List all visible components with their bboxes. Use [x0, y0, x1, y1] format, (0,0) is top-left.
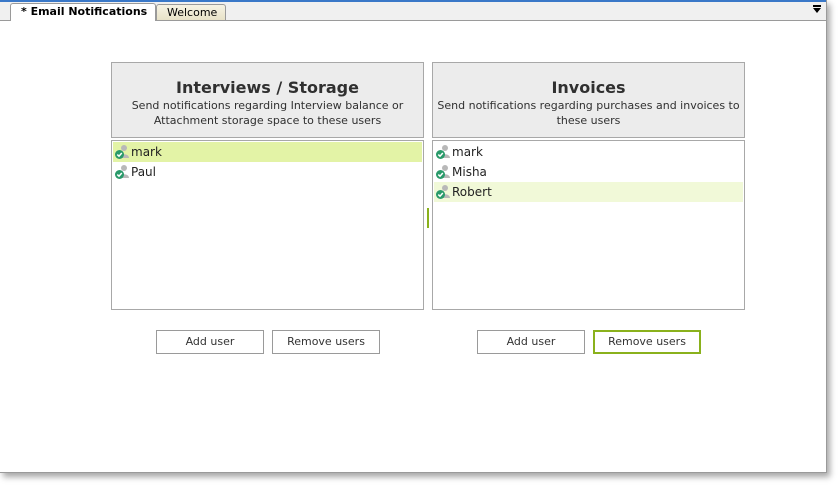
tab-bar: * Email Notifications Welcome [0, 0, 826, 21]
invoices-user-list[interactable]: mark Misha Robert [432, 140, 745, 310]
tab-label: Welcome [167, 6, 218, 19]
tab-welcome[interactable]: Welcome [156, 4, 226, 20]
tab-label: * Email Notifications [21, 5, 148, 18]
user-name: Misha [452, 165, 487, 179]
user-check-icon [436, 165, 450, 179]
interviews-remove-users-button[interactable]: Remove users [272, 330, 380, 354]
panel-header: Invoices Send notifications regarding pu… [432, 62, 745, 138]
invoices-remove-users-button[interactable]: Remove users [593, 330, 701, 354]
email-notifications-window: * Email Notifications Welcome Interviews… [0, 0, 827, 473]
tab-bar-accent-line [0, 0, 826, 2]
panel-title: Interviews / Storage [176, 78, 359, 97]
list-item[interactable]: Robert [434, 182, 743, 202]
list-item[interactable]: Paul [113, 162, 422, 182]
list-item[interactable]: mark [434, 142, 743, 162]
user-name: mark [452, 145, 483, 159]
panel-title: Invoices [551, 78, 626, 97]
user-check-icon [436, 145, 450, 159]
interviews-storage-panel: Interviews / Storage Send notifications … [111, 62, 424, 310]
user-name: Robert [452, 185, 492, 199]
panel-splitter[interactable] [427, 208, 429, 228]
tab-email-notifications[interactable]: * Email Notifications [10, 3, 156, 21]
user-check-icon [436, 185, 450, 199]
list-item[interactable]: mark [113, 142, 422, 162]
user-name: Paul [131, 165, 156, 179]
tab-list-menu-icon[interactable] [812, 4, 822, 16]
panel-description: Send notifications regarding purchases a… [437, 99, 740, 127]
interviews-add-user-button[interactable]: Add user [156, 330, 264, 354]
panel-description: Send notifications regarding Interview b… [131, 99, 404, 127]
panel-header: Interviews / Storage Send notifications … [111, 62, 424, 138]
invoices-add-user-button[interactable]: Add user [477, 330, 585, 354]
invoices-panel: Invoices Send notifications regarding pu… [432, 62, 745, 310]
list-item[interactable]: Misha [434, 162, 743, 182]
user-check-icon [115, 165, 129, 179]
user-name: mark [131, 145, 162, 159]
interviews-user-list[interactable]: mark Paul [111, 140, 424, 310]
user-check-icon [115, 145, 129, 159]
